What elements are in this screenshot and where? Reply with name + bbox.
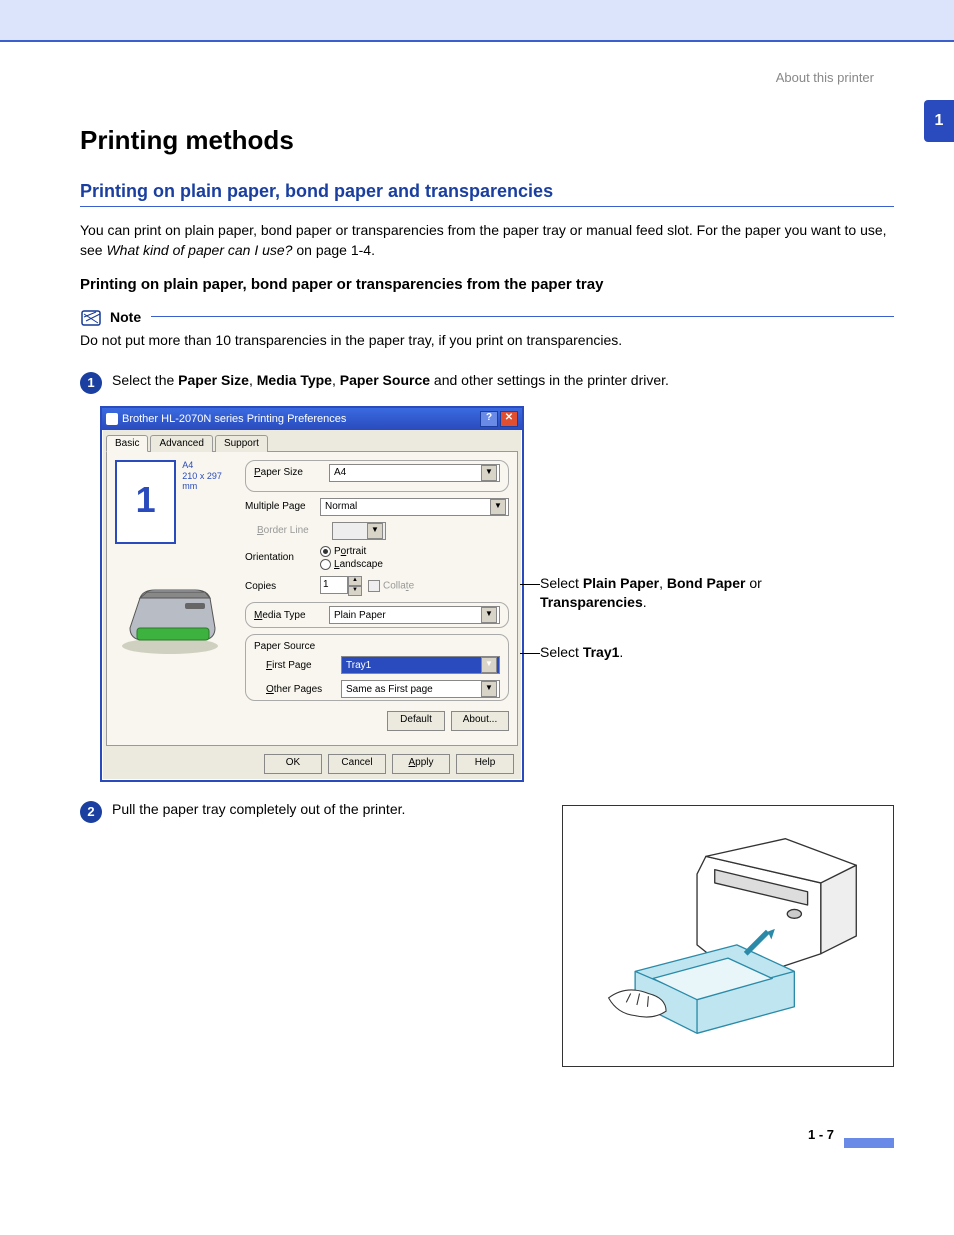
step1-paper-size: Paper Size	[178, 372, 249, 388]
callout1-sep1: ,	[659, 575, 667, 591]
step-number-1: 1	[80, 372, 102, 394]
multiple-page-label: Multiple Page	[245, 501, 320, 512]
section-heading: Printing on plain paper, bond paper and …	[80, 181, 894, 202]
orientation-portrait-radio[interactable]: Portrait	[320, 546, 366, 557]
step1-pre: Select the	[112, 372, 178, 388]
callout2-end: .	[619, 644, 623, 660]
callout-tray: Select Tray1.	[540, 643, 762, 663]
copies-label: Copies	[245, 581, 320, 592]
first-page-value: Tray1	[346, 660, 371, 671]
cancel-button[interactable]: Cancel	[328, 754, 386, 774]
multiple-page-value: Normal	[325, 501, 357, 512]
top-accent-bar	[0, 0, 954, 42]
note-icon	[80, 307, 104, 327]
default-button[interactable]: Default	[387, 711, 445, 731]
dropdown-arrow-icon: ▼	[481, 657, 497, 673]
callout1-pre: Select	[540, 575, 583, 591]
ok-button[interactable]: OK	[264, 754, 322, 774]
multiple-page-select[interactable]: Normal ▼	[320, 498, 509, 516]
callout1-transparencies: Transparencies	[540, 594, 643, 610]
paper-size-value: A4	[334, 467, 346, 478]
media-type-label: Media Type	[254, 610, 329, 621]
spin-down-icon[interactable]: ▼	[348, 586, 362, 596]
border-line-label: Border Line	[245, 525, 332, 536]
page-preview-thumb: 1	[115, 460, 176, 544]
spin-up-icon[interactable]: ▲	[348, 576, 362, 586]
other-pages-label: Other Pages	[254, 684, 341, 695]
printer-preview-icon	[115, 578, 225, 658]
first-page-label: First Page	[254, 660, 341, 671]
step1-paper-source: Paper Source	[340, 372, 430, 388]
callout2-tray1: Tray1	[583, 644, 620, 660]
dropdown-arrow-icon: ▼	[490, 499, 506, 515]
media-type-value: Plain Paper	[334, 610, 386, 621]
dialog-app-icon	[106, 413, 118, 425]
intro-paragraph: You can print on plain paper, bond paper…	[80, 221, 894, 260]
apply-button[interactable]: Apply	[392, 754, 450, 774]
dialog-titlebar: Brother HL-2070N series Printing Prefere…	[102, 408, 522, 430]
dialog-title: Brother HL-2070N series Printing Prefere…	[122, 413, 346, 425]
running-header: About this printer	[80, 70, 894, 85]
other-pages-select[interactable]: Same as First page ▼	[341, 680, 500, 698]
callout1-end: .	[643, 594, 647, 610]
callout1-sep2: or	[745, 575, 761, 591]
tab-advanced[interactable]: Advanced	[150, 435, 212, 452]
subsection-heading: Printing on plain paper, bond paper or t…	[80, 276, 894, 293]
callout2-pre: Select	[540, 644, 583, 660]
dropdown-arrow-icon: ▼	[481, 465, 497, 481]
tab-basic[interactable]: Basic	[106, 435, 148, 452]
orientation-landscape-radio[interactable]: Landscape	[320, 559, 383, 570]
callout1-plain-paper: Plain Paper	[583, 575, 659, 591]
dropdown-arrow-icon: ▼	[481, 681, 497, 697]
preview-size-label: A4	[182, 460, 235, 471]
paper-size-label: PPaper Sizeaper Size	[254, 467, 329, 478]
dropdown-arrow-icon: ▼	[481, 607, 497, 623]
footer-accent	[844, 1138, 894, 1148]
dialog-help-button[interactable]: Help	[456, 754, 514, 774]
callout-media-type: Select Plain Paper, Bond Paper or Transp…	[540, 574, 762, 613]
print-preferences-dialog: Brother HL-2070N series Printing Prefere…	[100, 406, 524, 782]
close-button[interactable]: ✕	[500, 411, 518, 427]
note-label: Note	[110, 309, 141, 325]
note-rule	[151, 315, 894, 317]
other-pages-value: Same as First page	[346, 684, 433, 695]
copies-spinner[interactable]: 1 ▲ ▼	[320, 576, 362, 596]
step1-post: and other settings in the printer driver…	[430, 372, 669, 388]
section-underline	[80, 206, 894, 207]
page-number: 1 - 7	[808, 1127, 834, 1142]
step1-sep1: ,	[249, 372, 257, 388]
tray-removal-illustration	[562, 805, 894, 1067]
step1-media-type: Media Type	[257, 372, 332, 388]
step-2-text: Pull the paper tray completely out of th…	[112, 800, 405, 820]
border-line-select: ▼	[332, 522, 386, 540]
collate-checkbox: Collate	[368, 580, 414, 592]
copies-value[interactable]: 1	[320, 576, 348, 594]
callout1-bond-paper: Bond Paper	[667, 575, 746, 591]
step1-sep2: ,	[332, 372, 340, 388]
orientation-label: Orientation	[245, 552, 320, 563]
intro-xref: What kind of paper can I use?	[106, 242, 292, 258]
paper-source-label: Paper Source	[254, 641, 500, 652]
tab-support[interactable]: Support	[215, 435, 268, 452]
help-button[interactable]: ?	[480, 411, 498, 427]
note-text: Do not put more than 10 transparencies i…	[80, 331, 894, 351]
dropdown-arrow-icon: ▼	[367, 523, 383, 539]
paper-size-select[interactable]: A4 ▼	[329, 464, 500, 482]
step-number-2: 2	[80, 801, 102, 823]
step-1-text: Select the Paper Size, Media Type, Paper…	[112, 371, 669, 391]
media-type-select[interactable]: Plain Paper ▼	[329, 606, 500, 624]
preview-dimensions: 210 x 297 mm	[182, 471, 235, 493]
page-title: Printing methods	[80, 125, 894, 156]
about-button[interactable]: About...	[451, 711, 509, 731]
first-page-select[interactable]: Tray1 ▼	[341, 656, 500, 674]
intro-text-b: on page 1-4.	[292, 242, 375, 258]
